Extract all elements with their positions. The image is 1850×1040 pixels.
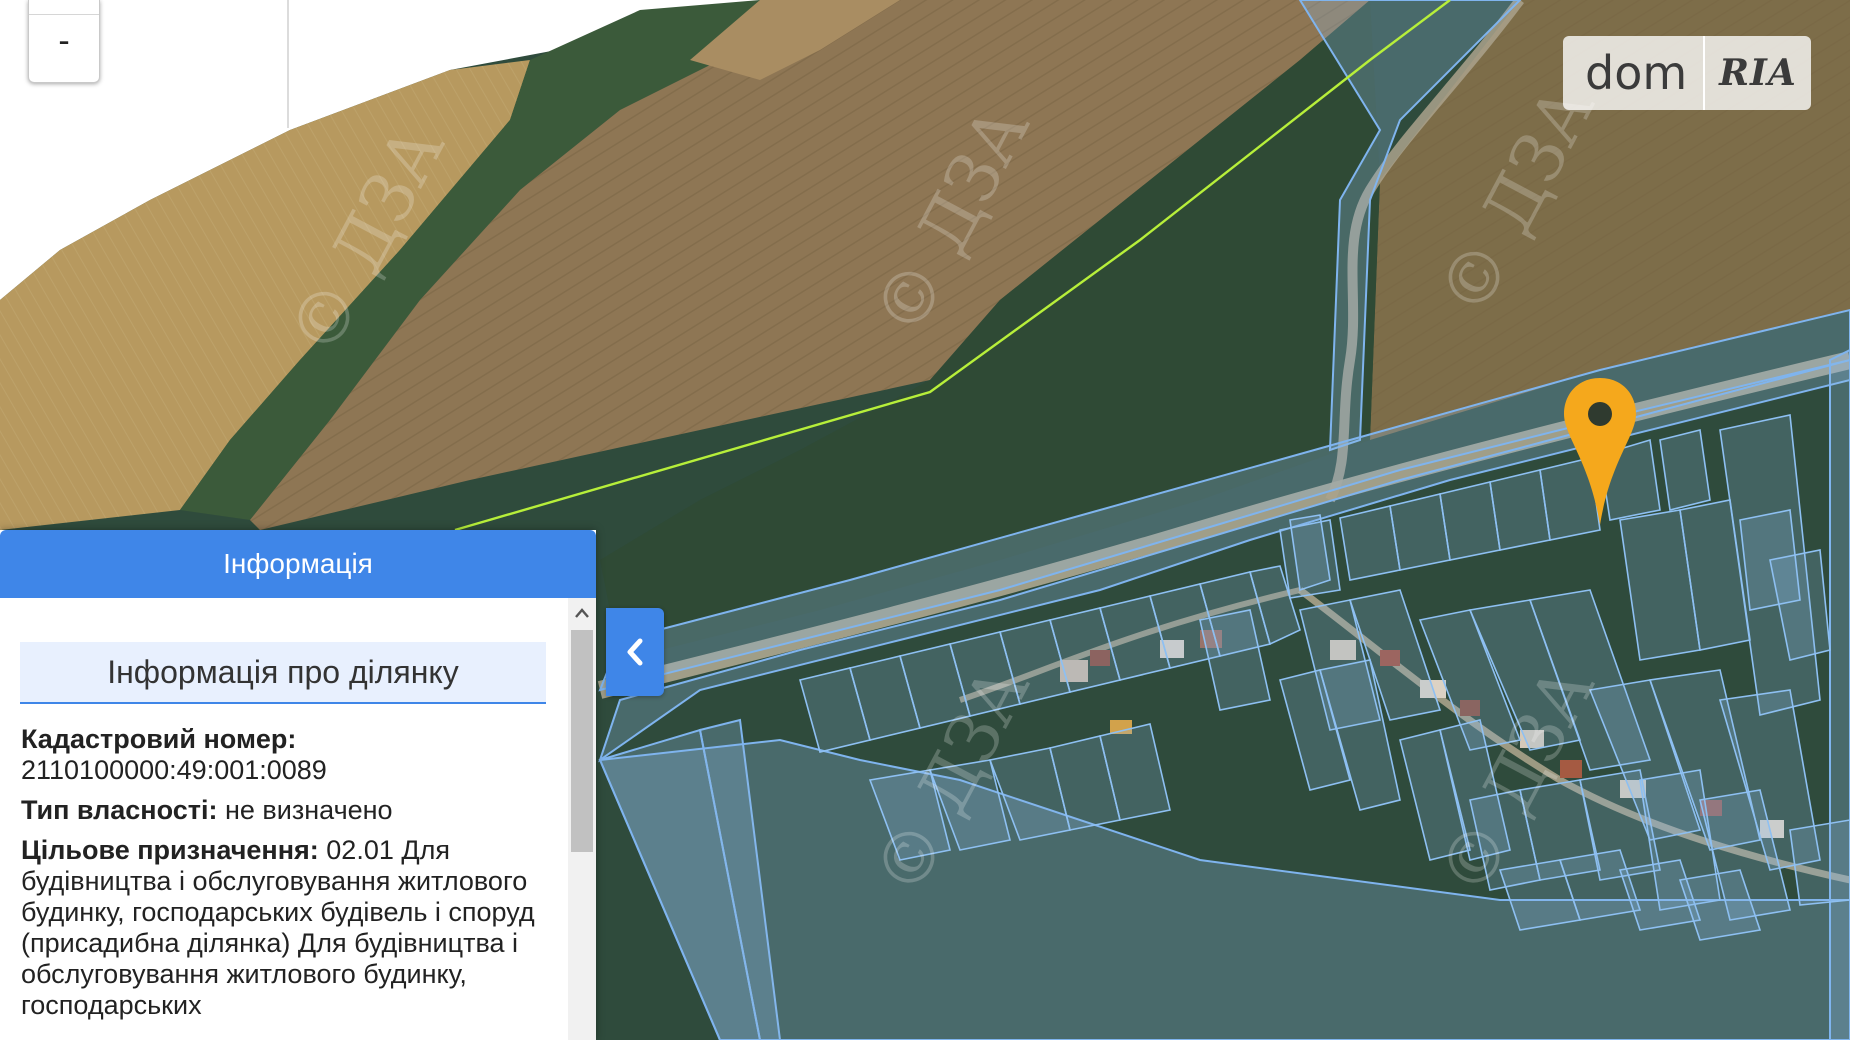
chevron-left-icon	[627, 638, 643, 666]
dom-ria-logo: dom RIA	[1563, 36, 1811, 110]
cadastral-label: Кадастровий номер:	[21, 724, 297, 754]
panel-title: Інформація	[0, 530, 596, 598]
zoom-out-button[interactable]: -	[28, 0, 100, 83]
scroll-up-arrow-icon[interactable]	[568, 598, 596, 628]
panel-scrollbar[interactable]	[568, 598, 596, 1040]
cadastral-value: 2110100000:49:001:0089	[21, 755, 327, 785]
parcel-info: Кадастровий номер: 2110100000:49:001:008…	[0, 704, 541, 1021]
cadastral-number-row: Кадастровий номер: 2110100000:49:001:008…	[21, 724, 541, 786]
scrollbar-thumb[interactable]	[571, 630, 593, 852]
info-panel: Інформація Інформація про ділянку Кадаст…	[0, 530, 596, 1040]
ownership-value: не визначено	[225, 795, 393, 825]
brand-dom: dom	[1585, 46, 1688, 100]
section-title: Інформація про ділянку	[20, 642, 546, 704]
collapse-panel-button[interactable]	[606, 608, 664, 696]
panel-content: Інформація про ділянку Кадастровий номер…	[0, 598, 568, 1040]
ownership-row: Тип власності: не визначено	[21, 795, 541, 826]
purpose-label: Цільове призначення:	[21, 835, 319, 865]
ownership-label: Тип власності:	[21, 795, 218, 825]
purpose-row: Цільове призначення: 02.01 Для будівницт…	[21, 835, 541, 1021]
brand-ria: RIA	[1719, 52, 1797, 94]
